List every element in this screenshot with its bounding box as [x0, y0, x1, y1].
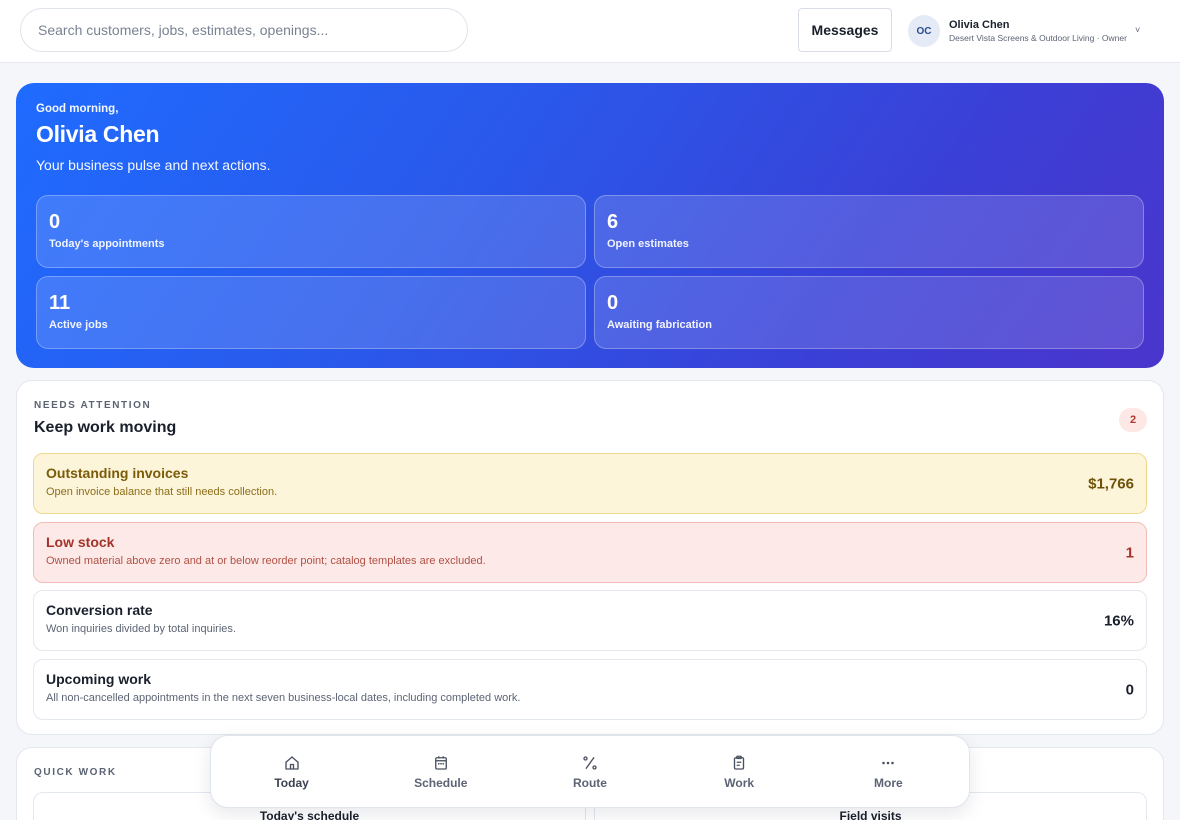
- nav-label: Route: [572, 775, 607, 790]
- item-description: Open invoice balance that still needs co…: [46, 486, 278, 498]
- section-title: Keep work moving: [34, 419, 177, 436]
- stat-todays-appointments[interactable]: 0 Today's appointments: [36, 195, 586, 268]
- stat-value: 0: [607, 292, 619, 314]
- item-title: Outstanding invoices: [46, 465, 189, 481]
- stat-value: 11: [49, 292, 71, 314]
- nav-work[interactable]: Work: [684, 754, 794, 790]
- attention-item-conversion-rate[interactable]: Conversion rate Won inquiries divided by…: [33, 590, 1147, 651]
- chevron-down-icon[interactable]: ˅: [1135, 25, 1140, 35]
- item-description: Won inquiries divided by total inquiries…: [46, 623, 236, 635]
- stat-value: 6: [607, 211, 619, 233]
- section-eyebrow: NEEDS ATTENTION: [34, 400, 152, 411]
- nav-label: More: [874, 775, 903, 790]
- attention-item-outstanding-invoices[interactable]: Outstanding invoices Open invoice balanc…: [33, 453, 1147, 514]
- tile-label: Field visits: [839, 809, 902, 820]
- attention-count-badge: 2: [1119, 408, 1147, 432]
- attention-item-low-stock[interactable]: Low stock Owned material above zero and …: [33, 522, 1147, 583]
- top-bar: Messages OC Olivia Chen Desert Vista Scr…: [0, 0, 1180, 63]
- messages-button[interactable]: Messages: [798, 8, 892, 52]
- item-description: Owned material above zero and at or belo…: [46, 555, 486, 567]
- nav-more[interactable]: More: [833, 754, 943, 790]
- item-title: Conversion rate: [46, 602, 153, 618]
- hero-subtitle: Your business pulse and next actions.: [36, 157, 271, 173]
- bottom-nav: Today Schedule Route Work More: [210, 735, 970, 808]
- search-input[interactable]: [38, 22, 467, 38]
- needs-attention-card: NEEDS ATTENTION Keep work moving 2 Outst…: [16, 380, 1164, 735]
- stat-active-jobs[interactable]: 11 Active jobs: [36, 276, 586, 349]
- stats-grid: 0 Today's appointments 6 Open estimates …: [36, 195, 1144, 349]
- user-name: Olivia Chen: [949, 18, 1010, 31]
- item-value: $1,766: [1088, 475, 1134, 492]
- item-title: Low stock: [46, 534, 115, 550]
- hero-banner: Good morning, Olivia Chen Your business …: [16, 83, 1164, 368]
- route-icon: [583, 755, 597, 770]
- stat-label: Today's appointments: [49, 238, 165, 250]
- stat-label: Open estimates: [607, 238, 689, 250]
- item-description: All non-cancelled appointments in the ne…: [46, 692, 521, 704]
- stat-label: Awaiting fabrication: [607, 319, 712, 331]
- nav-route[interactable]: Route: [535, 754, 645, 790]
- stat-value: 0: [49, 211, 61, 233]
- stat-open-estimates[interactable]: 6 Open estimates: [594, 195, 1144, 268]
- home-icon: [284, 755, 299, 770]
- nav-label: Work: [724, 775, 755, 790]
- avatar: OC: [908, 15, 940, 47]
- nav-schedule[interactable]: Schedule: [386, 754, 496, 790]
- item-value: 0: [1125, 681, 1134, 698]
- search-bar[interactable]: [20, 8, 468, 52]
- calendar-icon: [434, 755, 447, 770]
- nav-today[interactable]: Today: [237, 754, 347, 790]
- clipboard-icon: [733, 755, 745, 770]
- user-info: Olivia Chen Desert Vista Screens & Outdo…: [949, 18, 1127, 45]
- nav-label: Today: [274, 775, 309, 790]
- user-business: Desert Vista Screens & Outdoor Living · …: [949, 32, 1127, 43]
- hero-name: Olivia Chen: [36, 121, 160, 147]
- greeting: Good morning,: [36, 103, 119, 115]
- stat-label: Active jobs: [49, 319, 108, 331]
- more-icon: [882, 761, 895, 764]
- stat-awaiting-fabrication[interactable]: 0 Awaiting fabrication: [594, 276, 1144, 349]
- nav-label: Schedule: [414, 775, 468, 790]
- section-eyebrow: QUICK WORK: [34, 767, 117, 778]
- user-menu[interactable]: OC Olivia Chen Desert Vista Screens & Ou…: [908, 14, 1168, 48]
- tile-label: Today's schedule: [259, 809, 360, 820]
- item-value: 1: [1125, 544, 1134, 561]
- item-value: 16%: [1103, 612, 1134, 629]
- attention-item-upcoming-work[interactable]: Upcoming work All non-cancelled appointm…: [33, 659, 1147, 720]
- item-title: Upcoming work: [46, 671, 152, 687]
